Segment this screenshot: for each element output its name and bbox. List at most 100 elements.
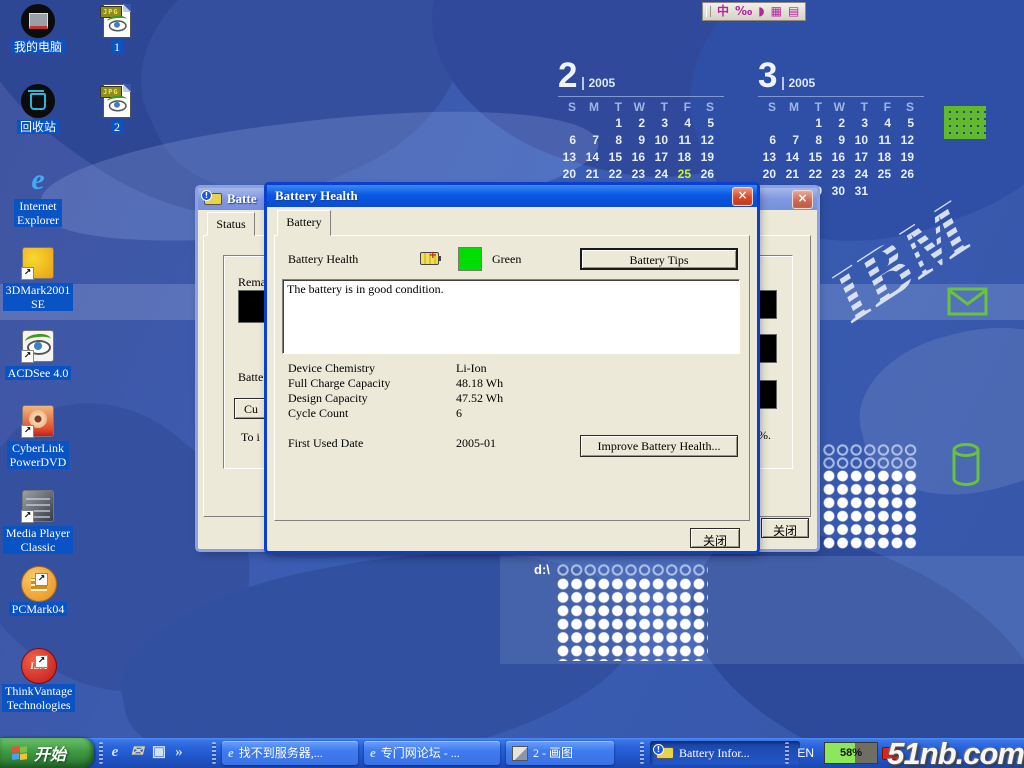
calendar-day-cell: 6	[558, 133, 581, 150]
envelope-icon	[947, 286, 989, 318]
calendar-separator	[758, 96, 924, 97]
shortcut-arrow-icon: ↗	[35, 655, 48, 668]
ime-grip[interactable]	[706, 6, 711, 17]
task-button-battery-information[interactable]: Battery Infor...	[650, 741, 800, 765]
ime-soft-keyboard-icon[interactable]: ▦	[771, 5, 782, 18]
calendar-day-cell: 25	[673, 167, 696, 184]
quick-launch-chevron-icon[interactable]: »	[170, 743, 188, 761]
calendar-day-cell: 25	[873, 167, 896, 184]
tab-battery[interactable]: Battery	[277, 210, 331, 236]
calendar-day-cell: 21	[781, 167, 804, 184]
calendar-day-cell: 10	[650, 133, 673, 150]
jpg-file-icon: JPG	[103, 84, 131, 118]
battery-health-titlebar[interactable]: Battery Health ×	[267, 185, 757, 207]
desktop-icon-acdsee[interactable]: ↗ ACDSee 4.0	[2, 328, 74, 382]
tab-status[interactable]: Status	[207, 212, 255, 236]
desktop-icon-3dmark2001[interactable]: ↗ 3DMark2001 SE	[2, 245, 74, 313]
calendar-day-cell	[781, 116, 804, 133]
calendar-weekday: T	[650, 99, 673, 116]
ime-menu-icon[interactable]: ▤	[788, 5, 799, 18]
desktop-icon-powerdvd[interactable]: ↗ CyberLink PowerDVD	[2, 403, 74, 471]
battery-info-icon	[656, 747, 674, 759]
calendar-day-cell: 24	[650, 167, 673, 184]
calendar-day-cell: 30	[827, 184, 850, 201]
calendar-day-cell: 9	[827, 133, 850, 150]
calendar-day-cell: 16	[827, 150, 850, 167]
calendar-month-number: 2	[558, 60, 577, 92]
calendar-weekday: T	[604, 99, 627, 116]
start-button[interactable]: 开始	[0, 738, 94, 768]
calendar-day-cell: 17	[650, 150, 673, 167]
quick-launch-mail-icon[interactable]: ✉	[128, 743, 146, 761]
quick-launch-show-desktop-icon[interactable]: ▣	[150, 743, 168, 761]
calendar-day-cell: 14	[581, 150, 604, 167]
desktop-icon-thinkvantage[interactable]: IBM ↗ ThinkVantage Technologies	[2, 648, 74, 714]
tray-grip[interactable]	[785, 742, 789, 764]
calendar-weekday: S	[558, 99, 581, 116]
close-dialog-icon[interactable]: ×	[732, 187, 753, 206]
quick-launch-grip[interactable]	[99, 742, 103, 764]
icon-label: ThinkVantage Technologies	[2, 684, 75, 712]
calendar-day-cell: 5	[696, 116, 719, 133]
calendar-weekday: W	[627, 99, 650, 116]
calendar-weekday-header: SMTWTFS	[758, 99, 924, 116]
ime-punctuation-icon[interactable]: ‰	[735, 5, 752, 18]
calendar-day-cell	[581, 116, 604, 133]
icon-label: 我的电脑	[11, 40, 65, 54]
desktop-icon-internet-explorer[interactable]: e Internet Explorer	[2, 163, 74, 229]
battery-meter[interactable]: 58%	[824, 742, 878, 764]
task-button-forum[interactable]: e 专门网论坛 - ...	[364, 741, 500, 765]
task-label: Battery Infor...	[679, 741, 750, 765]
desktop-icon-recycle-bin[interactable]: 回收站	[2, 84, 74, 136]
icon-label: CyberLink PowerDVD	[7, 441, 70, 469]
language-indicator[interactable]: EN	[797, 746, 814, 760]
taskband-grip[interactable]	[212, 742, 216, 764]
calendar-day-cell: 22	[604, 167, 627, 184]
ime-fullwidth-icon[interactable]: ◗	[758, 5, 764, 18]
desktop-icon-pcmark04[interactable]: ↗ PCMark04	[2, 566, 74, 618]
quick-launch-ie-icon[interactable]: e	[106, 743, 124, 761]
ime-chinese-mode-icon[interactable]: 中	[717, 5, 729, 18]
ie-page-icon: e	[370, 745, 376, 761]
calendar-day-cell: 4	[673, 116, 696, 133]
calendar-day-cell: 6	[758, 133, 781, 150]
wallpaper-dots-grid	[556, 577, 708, 661]
task-button-paint[interactable]: 2 - 画图	[506, 741, 614, 765]
close-window-icon[interactable]: ×	[792, 190, 813, 209]
close-button-dialog[interactable]: 关闭	[690, 528, 740, 548]
calendar-day-cell: 2	[827, 116, 850, 133]
calendar-weekday: T	[850, 99, 873, 116]
task-button-server-not-found[interactable]: e 找不到服务器,...	[222, 741, 358, 765]
battery-meter-percent: 58%	[825, 743, 877, 763]
calendar-weekday: S	[896, 99, 919, 116]
calendar-weekday: M	[781, 99, 804, 116]
close-button-background-window[interactable]: 关闭	[761, 518, 809, 538]
wallpaper-grid-icon	[944, 106, 986, 139]
desktop-icon-file-1[interactable]: JPG 1	[82, 4, 152, 56]
calendar-weekday: W	[827, 99, 850, 116]
icon-label: Media Player Classic	[3, 526, 73, 554]
calendar-day-cell: 8	[804, 133, 827, 150]
icon-label: 3DMark2001 SE	[3, 283, 74, 311]
desktop-icon-file-2[interactable]: JPG 2	[82, 84, 152, 136]
task-label: 找不到服务器,...	[239, 741, 323, 765]
calendar-day-cell: 13	[558, 150, 581, 167]
calendar-weekday: F	[873, 99, 896, 116]
shortcut-arrow-icon: ↗	[21, 425, 34, 438]
battery-health-dialog: Battery Health × Battery Battery Health …	[267, 185, 757, 551]
taskband-grip[interactable]	[640, 742, 644, 764]
calendar-year: 2005	[582, 77, 615, 90]
ime-toolbar[interactable]: 中 ‰ ◗ ▦ ▤	[702, 2, 806, 21]
watermark: 51nb.com	[887, 736, 1024, 768]
paint-icon	[512, 746, 528, 761]
desktop-icon-media-player-classic[interactable]: ↗ Media Player Classic	[2, 488, 74, 556]
task-label: 专门网论坛 - ...	[381, 741, 460, 765]
calendar-day-cell: 13	[758, 150, 781, 167]
calendar-day-cell: 15	[604, 150, 627, 167]
desktop-icon-my-computer[interactable]: 我的电脑	[2, 4, 74, 56]
dialog-title: Battery Health	[275, 188, 732, 204]
calendar-day-cell: 23	[827, 167, 850, 184]
calendar-day-cell: 4	[873, 116, 896, 133]
calendar-day-cell: 10	[850, 133, 873, 150]
shortcut-arrow-icon: ↗	[21, 350, 34, 363]
